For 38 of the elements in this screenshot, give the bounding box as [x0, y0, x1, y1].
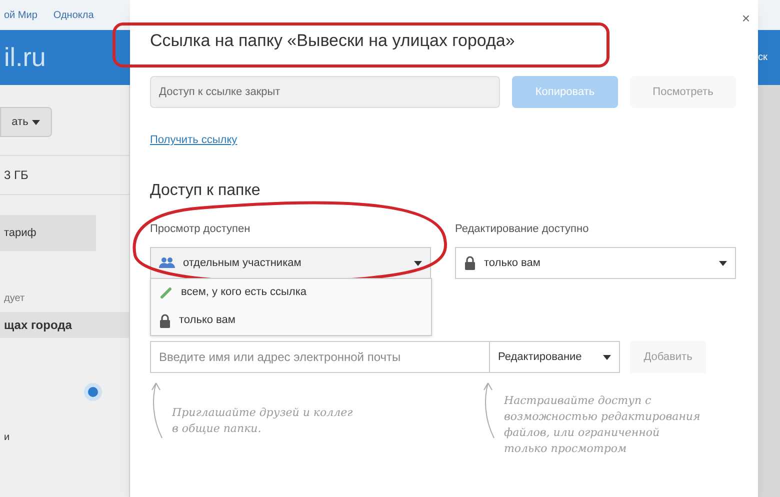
dropdown-option[interactable]: только вам — [151, 306, 431, 334]
tariff-button[interactable]: тариф — [4, 224, 36, 242]
caret-icon — [32, 120, 40, 124]
role-select[interactable]: Редактирование — [490, 341, 620, 373]
access-heading: Доступ к папке — [150, 180, 260, 200]
select-value: отдельным участникам — [183, 256, 302, 271]
get-link[interactable]: Получить ссылку — [150, 132, 238, 148]
curved-arrow-icon — [150, 381, 164, 441]
select-value: только вам — [484, 256, 542, 271]
top-link[interactable]: Однокла — [53, 8, 94, 22]
dropdown-option[interactable]: всем, у кого есть ссылка — [151, 278, 431, 306]
invite-field[interactable]: Введите имя или адрес электронной почты — [150, 341, 490, 373]
users-icon — [159, 257, 175, 269]
access-hint: Настраивайте доступ с возможностью редактирования файлов, или ограниченной только просмотром — [504, 393, 702, 457]
link-icon — [159, 286, 173, 300]
edit-access-select[interactable]: только вам — [455, 247, 736, 279]
edit-access-label: Редактирование доступно — [455, 222, 590, 236]
close-button[interactable]: × — [742, 8, 750, 29]
caret-icon — [603, 354, 611, 360]
lock-icon — [464, 256, 476, 270]
sidebar-label: и — [3, 431, 11, 445]
lock-icon — [159, 314, 171, 328]
top-bar — [758, 0, 780, 30]
create-button[interactable]: ать — [0, 107, 52, 137]
top-link[interactable]: ой Мир — [4, 8, 38, 22]
logo: il.ru — [4, 41, 46, 74]
folder-item[interactable]: щах города — [0, 312, 129, 338]
storage-text: 3 ГБ — [4, 167, 28, 184]
radio-dot-icon — [83, 382, 103, 402]
view-access-label: Просмотр доступен — [150, 222, 252, 236]
curved-arrow-icon — [482, 381, 496, 441]
header-text: ск — [758, 51, 768, 65]
dialog-title: Ссылка на папку «Вывески на улицах города» — [150, 30, 515, 52]
caret-icon — [719, 260, 727, 266]
view-access-select[interactable]: отдельным участникам — [150, 247, 431, 279]
caret-icon — [414, 260, 422, 266]
section-label: дует — [3, 292, 26, 306]
invite-hint: Приглашайте друзей и коллег в общие папки. — [172, 405, 354, 437]
